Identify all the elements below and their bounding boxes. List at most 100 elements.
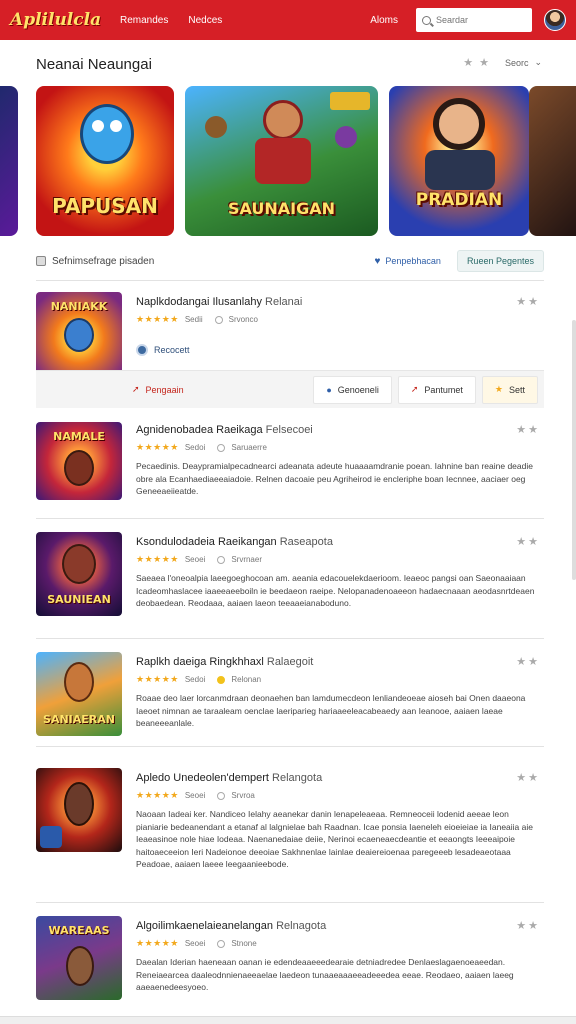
banner-card-0[interactable] bbox=[0, 86, 18, 236]
item-subtitle: Ralaegoit bbox=[266, 656, 314, 668]
item-title-text: Agnidenobadea Raeikaga bbox=[136, 424, 263, 436]
favorite-star-icon[interactable]: ★★ bbox=[516, 423, 540, 436]
nav-item-right[interactable]: Aloms bbox=[370, 15, 398, 26]
nav-item-1[interactable]: Remandes bbox=[120, 15, 168, 26]
rating-stars-icon: ★★★★★ bbox=[136, 314, 179, 324]
item-meta-text: Saruaerre bbox=[231, 443, 267, 452]
user-avatar[interactable] bbox=[544, 9, 566, 31]
item-meta-text: Srvrnaer bbox=[231, 555, 262, 564]
item-meta: ★★★★★ Sedii Srvonco bbox=[136, 314, 258, 325]
character-image bbox=[64, 450, 94, 486]
section-controls: ★ ★ Seorc ⌄ bbox=[463, 56, 542, 69]
banner-card-1[interactable]: PAPUSAN bbox=[36, 86, 174, 236]
chevron-down-icon[interactable]: ⌄ bbox=[534, 57, 542, 68]
banner-title: SAUNAIGAN bbox=[227, 199, 336, 218]
game-thumbnail[interactable]: SAUNIEAN bbox=[36, 532, 122, 616]
game-thumbnail[interactable]: NANIAKK bbox=[36, 292, 122, 376]
app-logo[interactable]: Aplilulcla bbox=[10, 10, 101, 30]
divider bbox=[36, 280, 544, 281]
play-action-label: Pengaain bbox=[145, 384, 184, 395]
search-box[interactable] bbox=[416, 8, 532, 32]
thumbnail-title: NANIAKK bbox=[50, 300, 108, 313]
clock-icon bbox=[217, 443, 226, 452]
recent-filter-button[interactable]: Rueen Pegentes bbox=[456, 250, 544, 272]
favorite-star-icon[interactable]: ★★ bbox=[516, 655, 540, 668]
favorite-filter-label: Penpebhacan bbox=[385, 256, 441, 266]
nav-item-2[interactable]: Nedces bbox=[188, 15, 222, 26]
scrollbar[interactable] bbox=[572, 320, 576, 580]
list-item[interactable]: NAMALE Agnidenobadea Raeikaga Felsecoei … bbox=[36, 420, 544, 510]
item-description: Pecaedinis. Deaypramialpecadnearci adean… bbox=[136, 461, 533, 496]
thumbnail-title: SAUNIEAN bbox=[47, 593, 111, 606]
character-image bbox=[64, 782, 94, 826]
game-thumbnail[interactable]: SANIAERAN bbox=[36, 652, 122, 736]
thumbnail-title: WAREAAS bbox=[48, 924, 110, 937]
item-meta: ★★★★★ Sedoi Saruaerre bbox=[136, 442, 267, 453]
rating-text: Seoei bbox=[184, 555, 206, 564]
game-thumbnail[interactable]: NAMALE bbox=[36, 422, 122, 500]
item-description: Daealan Iderian haeneaan oanan ie edende… bbox=[136, 957, 514, 992]
star-icon[interactable]: ★ bbox=[463, 56, 473, 69]
list-item[interactable]: SANIAERAN Raplkh daeiga Ringkhhaxl Ralae… bbox=[36, 652, 544, 742]
banner-card-3[interactable]: PRADIAN bbox=[389, 86, 529, 236]
info-icon: ● bbox=[326, 384, 332, 395]
search-input[interactable] bbox=[436, 15, 526, 25]
search-icon bbox=[422, 15, 431, 25]
item-title[interactable]: Agnidenobadea Raeikaga Felsecoei bbox=[136, 424, 313, 436]
favorite-star-icon[interactable]: ★★ bbox=[516, 295, 540, 308]
divider bbox=[36, 902, 544, 903]
item-meta: ★★★★★ Seoei Stnone bbox=[136, 938, 257, 949]
game-thumbnail[interactable] bbox=[36, 768, 122, 852]
item-subtitle: Relnagota bbox=[276, 920, 327, 932]
item-badge[interactable]: Recocett bbox=[136, 344, 190, 356]
filter-checkbox[interactable] bbox=[36, 256, 46, 266]
clock-icon bbox=[217, 939, 226, 948]
badge-label: Recocett bbox=[154, 345, 190, 355]
item-title[interactable]: Naplkdodangai Ilusanlahy Relanai bbox=[136, 296, 302, 308]
divider bbox=[36, 518, 544, 519]
generate-button[interactable]: ● Genoeneli bbox=[313, 375, 392, 404]
list-item[interactable]: Apledo Unedeolen'dempert Relangota ★★ ★★… bbox=[36, 768, 544, 898]
item-subtitle: Felsecoei bbox=[265, 424, 313, 436]
badge-icon bbox=[136, 344, 148, 356]
top-bar: Aplilulcla Remandes Nedces Aloms bbox=[0, 0, 576, 40]
item-subtitle: Relanai bbox=[265, 296, 303, 308]
character-eye bbox=[92, 120, 104, 132]
item-title[interactable]: Raplkh daeiga Ringkhhaxl Ralaegoit bbox=[136, 656, 313, 668]
item-description: Roaae deo laer lorcanmdraan deonaehen ba… bbox=[136, 693, 526, 728]
character-image bbox=[64, 662, 94, 702]
rating-stars-icon: ★★★★★ bbox=[136, 554, 179, 564]
favorite-star-icon[interactable]: ★★ bbox=[516, 535, 540, 548]
item-meta: ★★★★★ Seoei Srvroa bbox=[136, 790, 255, 801]
list-item[interactable]: WAREAAS Algoilimkaenelaieanelangan Relna… bbox=[36, 916, 544, 1006]
item-title[interactable]: Ksondulodadeia Raeikangan Raseapota bbox=[136, 536, 333, 548]
controller-icon bbox=[40, 826, 62, 848]
item-meta-text: Stnone bbox=[231, 939, 257, 948]
item-meta: ★★★★★ Seoei Srvrnaer bbox=[136, 554, 262, 565]
favorite-star-icon[interactable]: ★★ bbox=[516, 771, 540, 784]
item-title[interactable]: Algoilimkaenelaieanelangan Relnagota bbox=[136, 920, 326, 932]
list-item[interactable]: SAUNIEAN Ksondulodadeia Raeikangan Rasea… bbox=[36, 532, 544, 632]
favorite-star-icon[interactable]: ★★ bbox=[516, 919, 540, 932]
rating-text: Sedoi bbox=[184, 675, 206, 684]
hero-body-image bbox=[255, 138, 311, 184]
item-title-text: Algoilimkaenelaieanelangan bbox=[136, 920, 273, 932]
share-icon: ➚ bbox=[410, 384, 419, 394]
rate-button[interactable]: ★ Sett bbox=[481, 375, 538, 404]
item-meta-text: Relonan bbox=[231, 675, 262, 684]
game-thumbnail[interactable]: WAREAAS bbox=[36, 916, 122, 1000]
rating-stars-icon: ★★★★★ bbox=[136, 674, 179, 684]
sort-dropdown-label[interactable]: Seorc bbox=[505, 58, 529, 68]
share-button[interactable]: ➚ Pantumet bbox=[397, 375, 476, 404]
banner-card-2[interactable]: SAUNAIGAN bbox=[185, 86, 378, 236]
star-icon-2[interactable]: ★ bbox=[479, 56, 489, 69]
play-action[interactable]: ➚ Pengaain bbox=[132, 384, 184, 395]
favorite-filter-button[interactable]: ♥ Penpebhacan bbox=[374, 256, 441, 267]
banner-card-4[interactable] bbox=[529, 86, 576, 236]
item-title-text: Ksondulodadeia Raeikangan bbox=[136, 536, 277, 548]
goblin-image bbox=[205, 116, 227, 138]
item-title[interactable]: Apledo Unedeolen'dempert Relangota bbox=[136, 772, 322, 784]
bottom-bar bbox=[0, 1016, 576, 1024]
list-item[interactable]: NANIAKK Naplkdodangai Ilusanlahy Relanai… bbox=[36, 292, 544, 376]
item-description: Saeaea l'oneoalpia laeegoeghocoan am. ae… bbox=[136, 573, 535, 608]
